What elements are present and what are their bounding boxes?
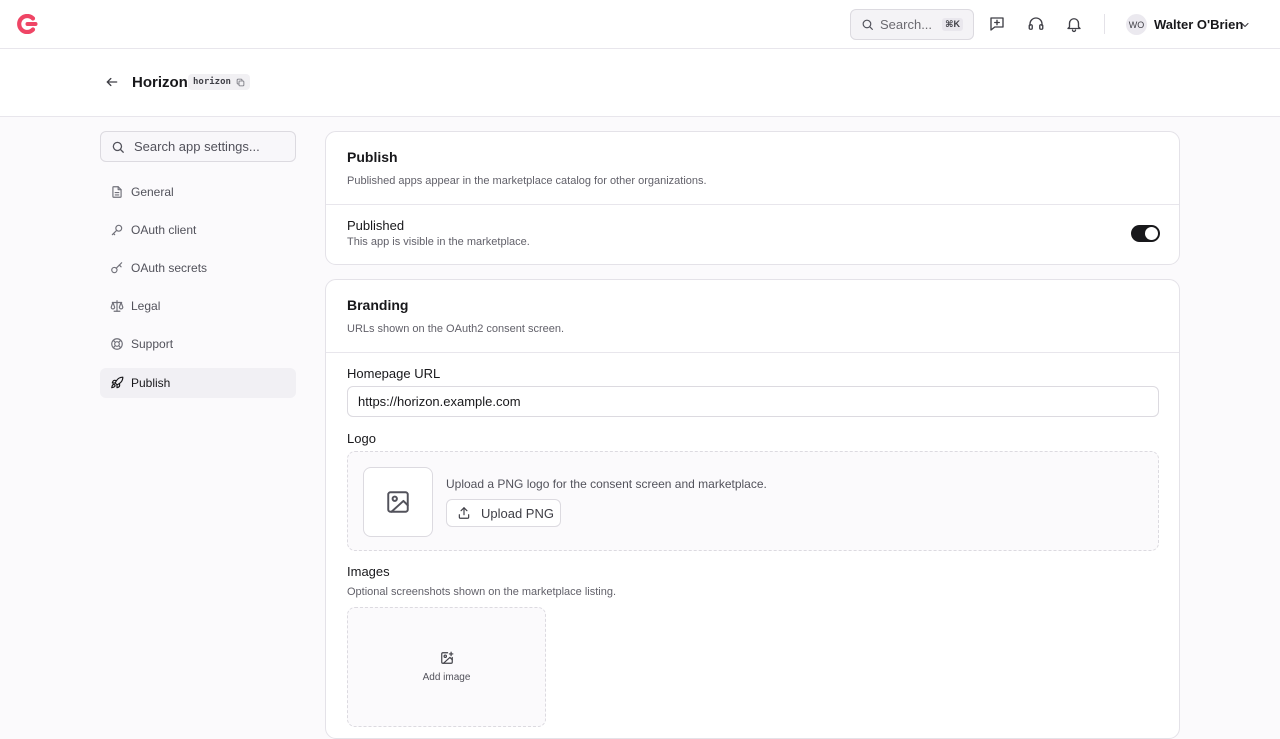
global-search-placeholder: Search... (880, 17, 933, 32)
arrow-left-icon[interactable] (105, 75, 119, 89)
page-title: Horizon (132, 74, 188, 91)
sidebar-item-publish[interactable]: Publish (100, 368, 296, 398)
scale-icon (110, 300, 124, 312)
publish-title: Publish (347, 149, 398, 165)
divider (326, 204, 1179, 205)
sidebar-item-oauth-client[interactable]: OAuth client (100, 215, 296, 245)
logo-preview (363, 467, 433, 537)
homepage-url-label: Homepage URL (347, 366, 441, 381)
search-icon (862, 19, 873, 30)
toggle-knob (1145, 227, 1158, 240)
sidebar-item-label: Legal (131, 299, 161, 313)
add-image-label: Add image (422, 672, 471, 683)
chevron-down-icon[interactable] (1239, 19, 1251, 31)
image-plus-icon (441, 651, 454, 664)
sidebar-item-label: General (131, 185, 174, 199)
images-description: Optional screenshots shown on the market… (347, 586, 617, 598)
topbar-divider (1104, 14, 1105, 34)
file-text-icon (112, 186, 122, 198)
sidebar-item-legal[interactable]: Legal (100, 291, 296, 321)
key-icon (111, 224, 123, 236)
headset-icon[interactable] (1027, 15, 1045, 33)
bell-icon[interactable] (1065, 15, 1083, 33)
sidebar-item-label: Support (131, 337, 174, 351)
logo-dropzone[interactable]: Upload a PNG logo for the consent screen… (347, 451, 1159, 551)
search-shortcut-badge: ⌘K (942, 18, 963, 31)
publish-description: Published apps appear in the marketplace… (347, 175, 707, 187)
key-round-icon (111, 262, 123, 274)
upload-png-label: Upload PNG (481, 505, 554, 521)
app-slug-badge[interactable]: horizon (188, 74, 250, 90)
sidebar-item-oauth-secrets[interactable]: OAuth secrets (100, 253, 296, 283)
top-bar: Search... ⌘K WO Walter O'Brien (0, 0, 1280, 49)
page-header: Horizon horizon (0, 49, 1280, 117)
sidebar-item-support[interactable]: Support (100, 329, 296, 359)
settings-search[interactable] (100, 131, 296, 162)
rocket-icon (111, 376, 124, 389)
brand-logo-icon[interactable] (16, 14, 38, 34)
published-toggle[interactable] (1131, 225, 1160, 242)
homepage-url-input[interactable] (347, 386, 1159, 417)
logo-label: Logo (347, 431, 376, 446)
settings-search-input[interactable] (134, 139, 284, 154)
user-name[interactable]: Walter O'Brien (1154, 17, 1243, 32)
global-search-button[interactable]: Search... ⌘K (850, 9, 974, 40)
upload-icon (458, 507, 470, 519)
copy-icon[interactable] (236, 78, 245, 87)
add-image-button[interactable]: Add image (347, 607, 546, 727)
publish-card: Publish Published apps appear in the mar… (325, 131, 1180, 265)
logo-hint: Upload a PNG logo for the consent screen… (446, 477, 767, 491)
sidebar-item-general[interactable]: General (100, 177, 296, 207)
branding-card: Branding URLs shown on the OAuth2 consen… (325, 279, 1180, 739)
published-description: This app is visible in the marketplace. (347, 236, 530, 248)
search-icon (112, 141, 124, 153)
avatar[interactable]: WO (1126, 14, 1147, 35)
branding-title: Branding (347, 297, 409, 313)
divider (326, 352, 1179, 353)
published-label: Published (347, 218, 405, 233)
feedback-icon[interactable] (988, 15, 1006, 33)
branding-description: URLs shown on the OAuth2 consent screen. (347, 323, 565, 335)
app-slug: horizon (193, 77, 231, 87)
upload-png-button[interactable]: Upload PNG (446, 499, 561, 527)
sidebar-item-label: Publish (131, 376, 171, 390)
images-label: Images (347, 564, 390, 579)
life-buoy-icon (111, 338, 123, 350)
sidebar-item-label: OAuth client (131, 223, 197, 237)
image-icon (387, 491, 409, 513)
sidebar-item-label: OAuth secrets (131, 261, 208, 275)
